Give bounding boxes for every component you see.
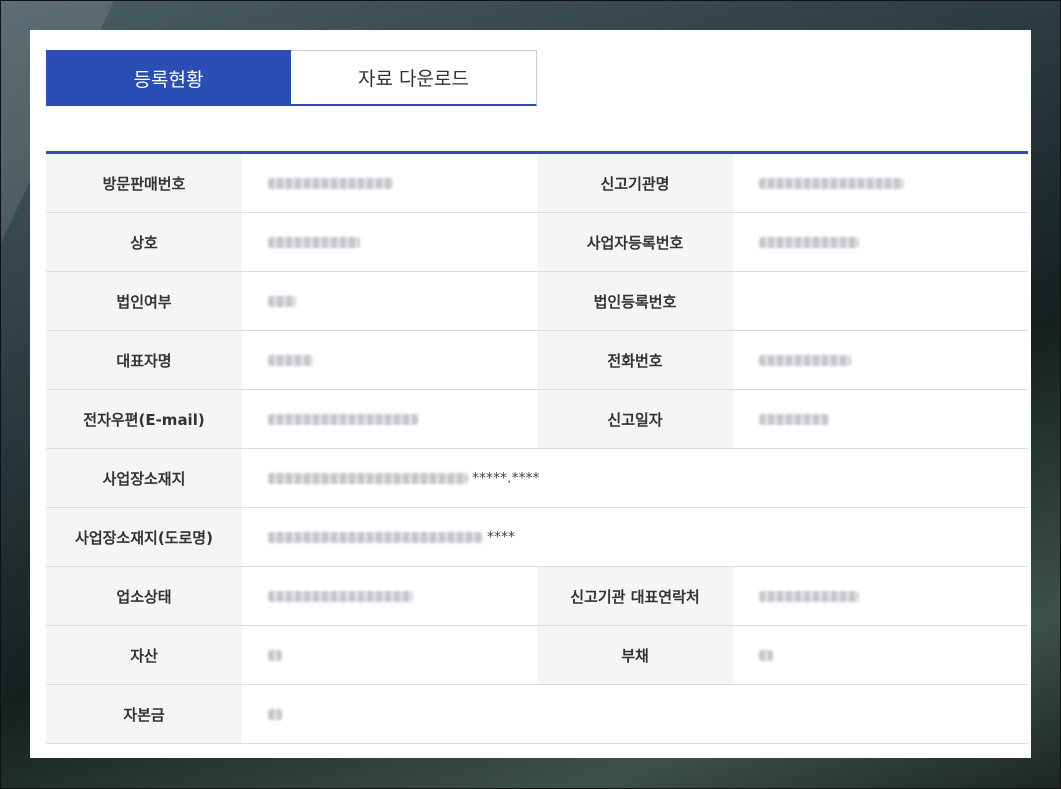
tab-bar: 등록현황 자료 다운로드: [46, 50, 537, 106]
row-value-redacted: [242, 389, 537, 449]
row-label: 법인여부: [46, 271, 242, 331]
table-row: 방문판매번호 신고기관명: [46, 154, 1028, 213]
row-label: 신고일자: [537, 389, 733, 449]
row-value-redacted: [242, 566, 537, 626]
table-row: 전자우편(E-mail) 신고일자: [46, 389, 1028, 449]
table-row: 자산 부채: [46, 625, 1028, 685]
table-row: 사업장소재지 *****.****: [46, 448, 1028, 508]
table-row: 사업장소재지(도로명) ****: [46, 507, 1028, 567]
row-value-redacted: [733, 154, 1028, 213]
row-label: 방문판매번호: [46, 154, 242, 213]
redacted-text: [268, 355, 313, 366]
redacted-text: [268, 296, 296, 307]
redacted-text: [759, 650, 773, 661]
redacted-text: [268, 237, 360, 248]
row-value-redacted: [242, 684, 1028, 744]
redacted-text: [759, 355, 851, 366]
row-value-redacted: [242, 625, 537, 685]
row-value-redacted: [733, 330, 1028, 390]
redacted-text: [759, 414, 829, 425]
row-label: 대표자명: [46, 330, 242, 390]
row-value-redacted: [242, 212, 537, 272]
redacted-text: [268, 532, 483, 543]
row-label: 업소상태: [46, 566, 242, 626]
row-label: 법인등록번호: [537, 271, 733, 331]
redacted-text: [759, 591, 859, 602]
redacted-text: [268, 650, 282, 661]
redacted-text: [759, 178, 904, 189]
table-row: 업소상태 신고기관 대표연락처: [46, 566, 1028, 626]
content-panel: 등록현황 자료 다운로드 방문판매번호 신고기관명상호 사업자등록번호법인여부 법인등…: [30, 30, 1031, 758]
row-value-redacted: [733, 212, 1028, 272]
redacted-text: [268, 178, 393, 189]
registration-table: 방문판매번호 신고기관명 상호 사업자등록번호 법인여부 법인등록번호 대표자명 전화번호 전자…: [46, 151, 1028, 744]
row-value-redacted: [242, 330, 537, 390]
row-label: 자본금: [46, 684, 242, 744]
table-row: 대표자명 전화번호: [46, 330, 1028, 390]
row-value-redacted: *****.****: [242, 448, 1028, 508]
tab-data-download[interactable]: 자료 다운로드: [291, 50, 537, 106]
masked-value: *****.****: [472, 470, 540, 487]
table-row: 법인여부 법인등록번호: [46, 271, 1028, 331]
row-value-redacted: [242, 154, 537, 213]
row-label: 전자우편(E-mail): [46, 389, 242, 449]
row-label: 부채: [537, 625, 733, 685]
table-row: 자본금: [46, 684, 1028, 744]
row-value-redacted: [242, 271, 537, 331]
row-label: 사업장소재지(도로명): [46, 507, 242, 567]
row-value-redacted: ****: [242, 507, 1028, 567]
row-label: 신고기관 대표연락처: [537, 566, 733, 626]
row-label: 자산: [46, 625, 242, 685]
masked-value: ****: [487, 529, 515, 546]
row-label: 전화번호: [537, 330, 733, 390]
row-label: 사업자등록번호: [537, 212, 733, 272]
tab-registration-status[interactable]: 등록현황: [46, 50, 291, 106]
row-value-redacted: [733, 625, 1028, 685]
row-value-redacted: [733, 389, 1028, 449]
redacted-text: [268, 414, 418, 425]
row-label: 신고기관명: [537, 154, 733, 213]
redacted-text: [268, 709, 282, 720]
row-value-redacted: [733, 271, 1028, 331]
redacted-text: [268, 473, 468, 484]
row-value-redacted: [733, 566, 1028, 626]
row-label: 상호: [46, 212, 242, 272]
redacted-text: [268, 591, 413, 602]
row-label: 사업장소재지: [46, 448, 242, 508]
table-row: 상호 사업자등록번호: [46, 212, 1028, 272]
redacted-text: [759, 237, 859, 248]
